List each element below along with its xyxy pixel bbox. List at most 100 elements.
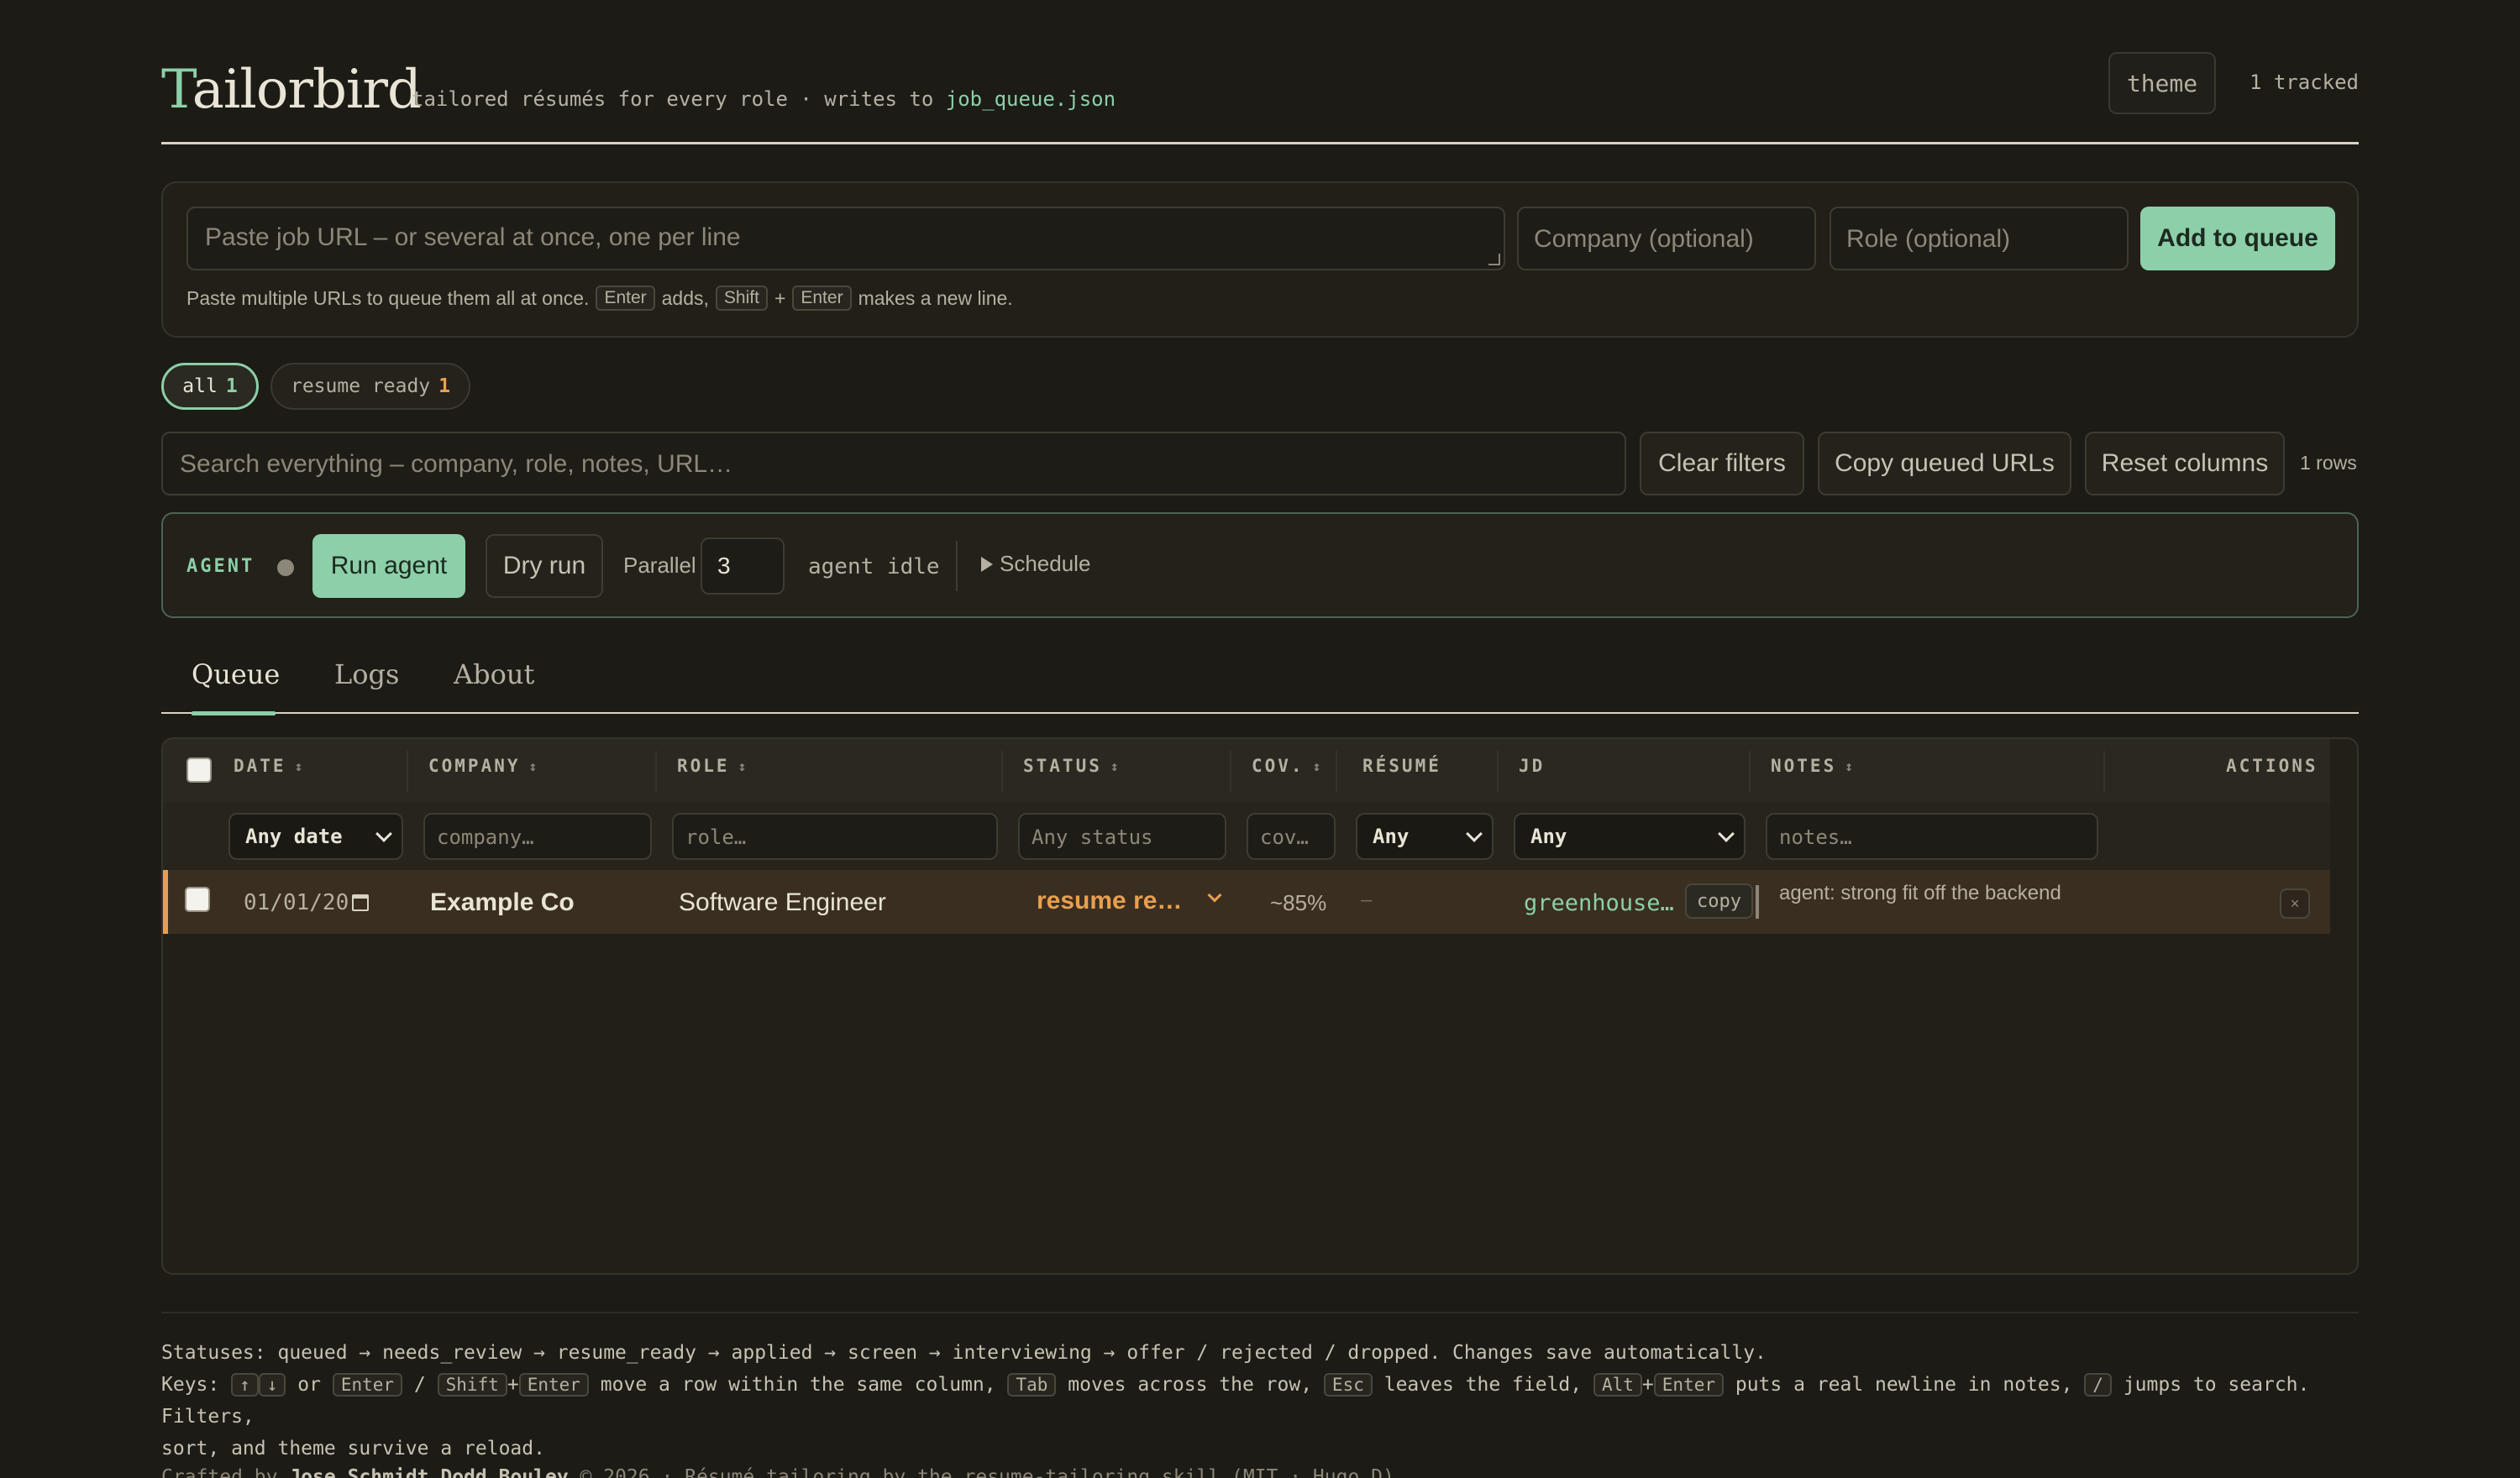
rows-count: 1 rows [2300, 452, 2357, 474]
kbd-enter: Enter [1653, 1373, 1724, 1397]
add-to-queue-button[interactable]: Add to queue [2140, 207, 2335, 270]
sort-icon: ↕ [1845, 757, 1853, 774]
jd-filter-select[interactable]: Any [1514, 813, 1746, 860]
search-input[interactable]: Search everything – company, role, notes… [161, 432, 1626, 495]
keys-help-cont: sort, and theme survive a reload. [161, 1438, 545, 1460]
footer-divider [161, 1312, 2359, 1313]
company-input[interactable]: Company (optional) [1517, 207, 1816, 270]
role-cell[interactable]: Software Engineer [679, 888, 886, 917]
triangle-right-icon [981, 556, 993, 572]
tab-bar: Queue Logs About [161, 647, 2359, 715]
filter-chip-resume-ready[interactable]: resume ready 1 [270, 363, 470, 410]
sort-icon: ↕ [528, 757, 538, 774]
resume-cell: – [1361, 888, 1373, 911]
kbd-enter: Enter [332, 1373, 403, 1397]
col-company-header[interactable]: COMPANY ↕ [428, 756, 537, 776]
kbd-up: ↑ [231, 1373, 259, 1397]
select-all-checkbox[interactable] [186, 757, 212, 783]
col-actions-header: ACTIONS [2226, 756, 2318, 776]
tab-queue[interactable]: Queue [192, 658, 280, 690]
credits: Crafted by Jose Schmidt Dodd Bouley © 20… [161, 1466, 1394, 1478]
chevron-down-icon [1466, 825, 1483, 842]
kbd-esc: Esc [1323, 1373, 1373, 1397]
column-resizer[interactable] [1749, 751, 1751, 793]
kbd-tab: Tab [1007, 1373, 1057, 1397]
kbd-down: ↓ [258, 1373, 286, 1397]
footer-help: Statuses: queued → needs_review → resume… [161, 1337, 2359, 1465]
copy-queued-urls-button[interactable]: Copy queued URLs [1818, 432, 2071, 495]
column-filter-row: Any date company… role… Any status cov… … [163, 803, 2330, 877]
kbd-alt: Alt [1593, 1373, 1642, 1397]
status-filter-input[interactable]: Any status [1018, 813, 1226, 860]
col-resume-header: RÉSUMÉ [1362, 756, 1441, 776]
resume-filter-select[interactable]: Any [1356, 813, 1494, 860]
agent-status-dot-icon [277, 559, 294, 576]
table-row[interactable]: 01/01/20 Example Co Software Engineer re… [163, 870, 2330, 934]
agent-panel: AGENT Run agent Dry run Parallel 3 agent… [161, 512, 2359, 618]
date-filter-select[interactable]: Any date [228, 813, 403, 860]
queue-table: DATE ↕ COMPANY ↕ ROLE ↕ STATUS ↕ COV. ↕ RÉSUM… [161, 737, 2359, 1275]
agent-label: AGENT [186, 556, 255, 577]
clear-filters-button[interactable]: Clear filters [1640, 432, 1804, 495]
tab-logs[interactable]: Logs [334, 658, 399, 690]
job-url-textarea[interactable]: Paste job URL – or several at once, one … [186, 207, 1505, 270]
keys-help: Keys: ↑ ↓ or Enter / Shift + Enter move a r… [161, 1373, 2310, 1428]
sort-icon: ↕ [1312, 757, 1321, 774]
coverage-cell: ~85% [1270, 890, 1327, 915]
kbd-enter: Enter [596, 286, 655, 311]
role-input[interactable]: Role (optional) [1830, 207, 2129, 270]
notes-cell[interactable]: agent: strong fit off the backend [1779, 882, 2107, 905]
schedule-toggle[interactable]: Schedule [981, 551, 1090, 577]
run-agent-button[interactable]: Run agent [312, 534, 465, 598]
app-tagline: tailored résumés for every role · writes… [412, 87, 1116, 111]
author-link[interactable]: Jose Schmidt Dodd Bouley [289, 1466, 568, 1478]
col-date-header[interactable]: DATE ↕ [234, 756, 302, 776]
sort-icon: ↕ [738, 757, 747, 774]
parallel-label: Parallel [623, 553, 696, 578]
col-role-header[interactable]: ROLE ↕ [677, 756, 746, 776]
reset-columns-button[interactable]: Reset columns [2085, 432, 2285, 495]
column-resizer[interactable] [1336, 751, 1337, 793]
column-resizer[interactable] [407, 751, 408, 793]
company-filter-input[interactable]: company… [423, 813, 652, 860]
app-title: Tailorbird [161, 59, 422, 121]
role-filter-input[interactable]: role… [672, 813, 998, 860]
col-notes-header[interactable]: NOTES ↕ [1771, 756, 1853, 776]
notes-filter-input[interactable]: notes… [1766, 813, 2098, 860]
theme-button[interactable]: theme [2108, 52, 2216, 114]
chevron-down-icon[interactable] [1207, 888, 1222, 903]
dry-run-button[interactable]: Dry run [486, 534, 603, 598]
column-resizer[interactable] [1001, 751, 1003, 793]
kbd-shift: Shift [715, 286, 768, 311]
row-select-checkbox[interactable] [185, 887, 210, 912]
sort-icon: ↕ [1110, 757, 1119, 774]
sort-icon: ↕ [294, 757, 303, 774]
copy-jd-button[interactable]: copy [1685, 883, 1753, 919]
col-status-header[interactable]: STATUS ↕ [1023, 756, 1119, 776]
add-job-panel: Paste job URL – or several at once, one … [161, 181, 2359, 338]
parallel-input[interactable]: 3 [701, 537, 785, 595]
tab-about[interactable]: About [454, 658, 534, 690]
col-coverage-header[interactable]: COV. ↕ [1252, 756, 1320, 776]
tracked-count: 1 tracked [2249, 71, 2359, 94]
jd-link[interactable]: greenhouse… [1524, 890, 1674, 916]
status-select[interactable]: resume re… [1037, 887, 1182, 915]
column-resizer[interactable] [1230, 751, 1231, 793]
delete-row-icon[interactable]: × [2280, 888, 2310, 919]
coverage-filter-input[interactable]: cov… [1247, 813, 1336, 860]
chevron-down-icon [375, 825, 392, 842]
column-resizer[interactable] [655, 751, 657, 793]
resize-grip-icon[interactable] [1488, 254, 1500, 265]
kbd-enter: Enter [518, 1373, 589, 1397]
notes-cursor [1756, 885, 1759, 919]
add-hint: Paste multiple URLs to queue them all at… [186, 286, 1013, 311]
filter-chip-all[interactable]: all 1 [161, 363, 259, 410]
calendar-icon[interactable] [352, 894, 370, 911]
column-resizer[interactable] [2103, 751, 2105, 793]
column-resizer[interactable] [1497, 751, 1499, 793]
date-cell[interactable]: 01/01/20 [244, 890, 370, 915]
kbd-shift: Shift [437, 1373, 507, 1397]
table-header: DATE ↕ COMPANY ↕ ROLE ↕ STATUS ↕ COV. ↕ RÉSUM… [163, 739, 2330, 803]
company-cell[interactable]: Example Co [430, 888, 575, 917]
statuses-help: Statuses: queued → needs_review → resume… [161, 1342, 1767, 1364]
